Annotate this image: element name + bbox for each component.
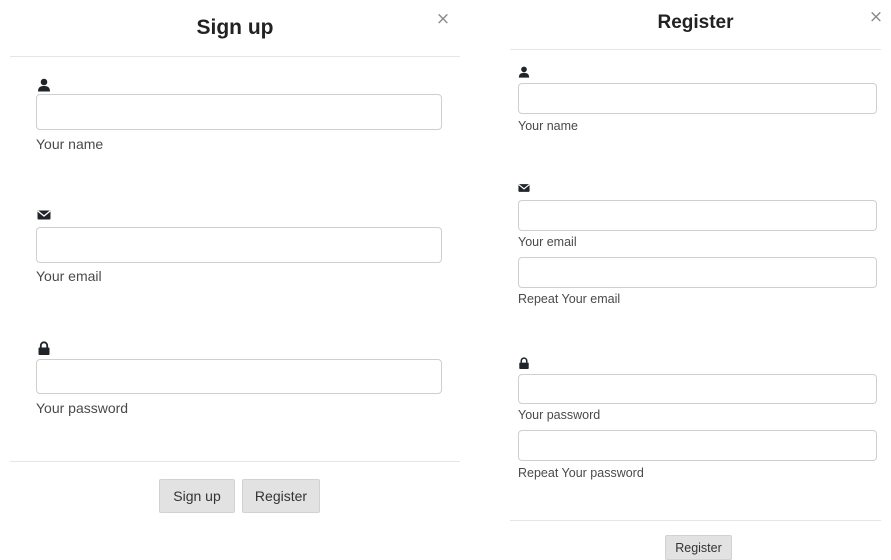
register-email-input[interactable] <box>518 200 877 231</box>
register-repeat-email-input[interactable] <box>518 257 877 288</box>
signup-name-help: Your name <box>36 136 104 152</box>
signup-name-input[interactable] <box>36 94 442 130</box>
register-modal-header: Register × <box>510 0 883 50</box>
envelope-icon <box>518 184 530 192</box>
signup-password-help: Your password <box>36 400 129 416</box>
signup-modal: Sign up × Your name Your email Your pass… <box>0 0 470 558</box>
register-name-help: Your name <box>518 119 578 133</box>
close-icon[interactable]: × <box>434 10 452 28</box>
signup-modal-header: Sign up × <box>10 0 460 57</box>
register-email-help: Your email <box>518 235 577 249</box>
register-modal: Register × Your name Your email Repeat Y… <box>500 0 891 560</box>
register-password-input[interactable] <box>518 374 877 404</box>
register-password-help: Your password <box>518 408 601 422</box>
register-repeat-password-help: Repeat Your password <box>518 466 644 480</box>
signup-button[interactable]: Sign up <box>159 479 235 513</box>
register-button[interactable]: Register <box>665 535 732 560</box>
register-repeat-email-help: Repeat Your email <box>518 292 621 306</box>
user-icon <box>38 78 50 92</box>
register-repeat-password-input[interactable] <box>518 430 877 461</box>
signup-password-input[interactable] <box>36 359 442 394</box>
signup-email-help: Your email <box>36 268 102 284</box>
register-name-input[interactable] <box>518 83 877 114</box>
register-modal-footer <box>510 520 881 521</box>
lock-icon <box>519 357 529 369</box>
signup-email-input[interactable] <box>36 227 442 263</box>
close-icon[interactable]: × <box>867 8 885 26</box>
signup-modal-footer <box>10 461 460 462</box>
signup-title: Sign up <box>196 16 274 39</box>
lock-icon <box>38 341 50 355</box>
user-icon <box>518 66 530 78</box>
envelope-icon <box>37 210 51 220</box>
register-title: Register <box>657 12 734 33</box>
register-button[interactable]: Register <box>242 479 320 513</box>
